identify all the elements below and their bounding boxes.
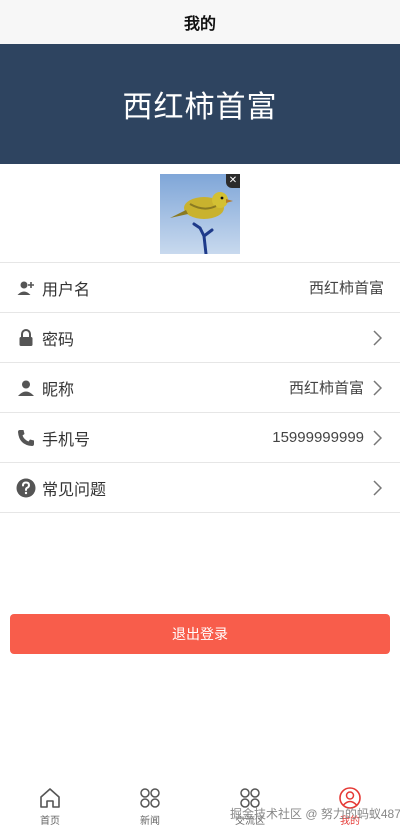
lock-icon: [16, 328, 36, 348]
home-icon: [40, 787, 60, 808]
row-username[interactable]: 用户名 西红柿首富: [0, 263, 400, 313]
tab-label: 新闻: [140, 815, 160, 827]
tab-label: 首页: [40, 815, 60, 827]
profile-menu-list: 用户名 西红柿首富 密码 昵称 西红柿首富 手机号 15999999999 常见…: [0, 262, 400, 513]
row-phone[interactable]: 手机号 15999999999: [0, 413, 400, 463]
page-title: 我的: [183, 16, 216, 33]
chevron-right-icon: [370, 329, 384, 346]
profile-banner: 西红柿首富: [0, 44, 400, 164]
chevron-right-icon: [370, 429, 384, 446]
avatar-container[interactable]: ✕: [160, 174, 240, 254]
profile-display-name: 西红柿首富: [122, 91, 278, 124]
watermark-text: 掘金技术社区 @ 努力的蚂蚁487: [230, 807, 400, 821]
row-password[interactable]: 密码: [0, 313, 400, 363]
row-nickname[interactable]: 昵称 西红柿首富: [0, 363, 400, 413]
row-label: 昵称: [42, 381, 75, 399]
row-label: 用户名: [42, 281, 91, 299]
row-value: 西红柿首富: [288, 380, 364, 397]
top-nav-bar: 我的: [0, 0, 400, 44]
row-label: 手机号: [42, 431, 91, 449]
chevron-right-icon: [370, 479, 384, 496]
tab-home[interactable]: 首页: [0, 781, 100, 831]
grid-icon: [140, 787, 160, 808]
tab-news[interactable]: 新闻: [100, 781, 200, 831]
row-value: 15999999999: [272, 429, 364, 446]
row-faq[interactable]: 常见问题: [0, 463, 400, 513]
avatar-remove-button[interactable]: ✕: [226, 174, 240, 188]
phone-icon: [16, 428, 36, 448]
chevron-right-icon: [370, 379, 384, 396]
person-icon: [16, 378, 36, 398]
row-label: 常见问题: [42, 481, 107, 499]
row-label: 密码: [42, 331, 75, 349]
help-circle-icon: [16, 478, 36, 498]
logout-button[interactable]: 退出登录: [10, 614, 390, 654]
row-value: 西红柿首富: [308, 280, 384, 297]
user-add-icon: [16, 278, 36, 298]
